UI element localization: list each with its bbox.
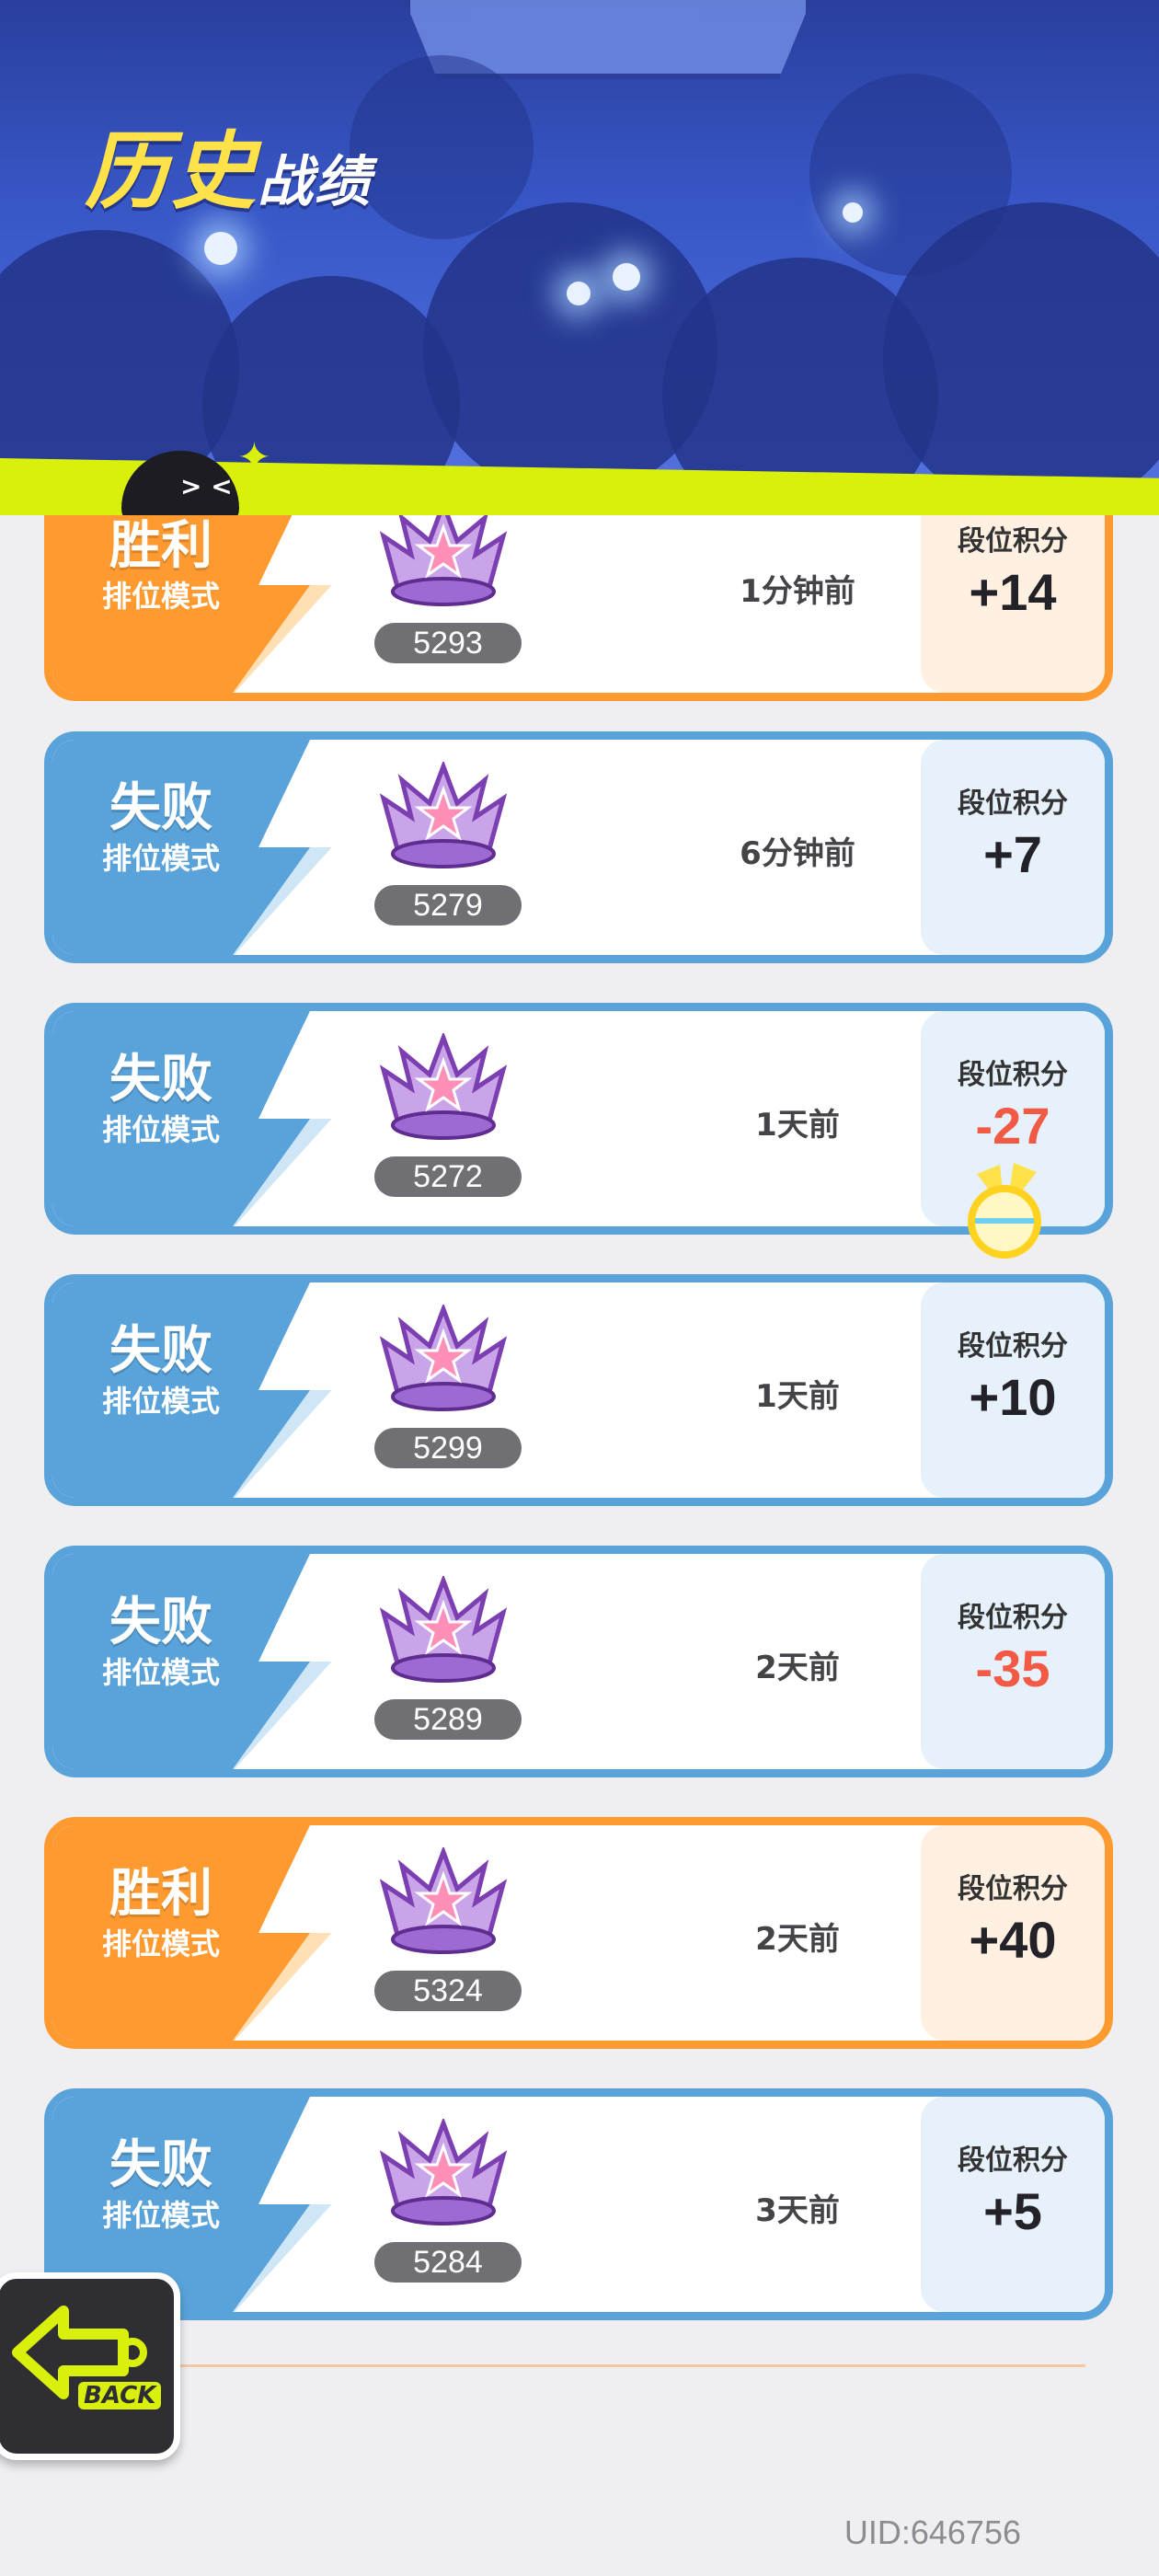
stage-light (204, 232, 237, 265)
score-panel: 段位积分 +10 (921, 1282, 1105, 1498)
score-panel: 段位积分 -35 (921, 1554, 1105, 1769)
match-record-card[interactable]: 失败 排位模式 5299 1天前 段位积分 +10 (44, 1274, 1113, 1506)
score-value: -35 (975, 1639, 1050, 1697)
stage-light (843, 202, 863, 223)
score-value: +14 (969, 563, 1057, 621)
score-label: 段位积分 (958, 1059, 1068, 1091)
score-label: 段位积分 (958, 788, 1068, 820)
score-value: +40 (969, 1911, 1057, 1969)
match-time: 6分钟前 (740, 835, 855, 872)
result-info: 胜利 排位模式 (78, 516, 244, 615)
result-label: 胜利 (109, 516, 212, 576)
mode-label: 排位模式 (101, 1384, 220, 1419)
score-panel: 段位积分 +14 (921, 515, 1105, 693)
page-title-main: 历史 (85, 122, 258, 221)
stage-light (567, 282, 591, 305)
sparkle-icon: ✦ (237, 434, 271, 481)
back-button-label: BACK (78, 2382, 162, 2409)
mode-label: 排位模式 (101, 1655, 220, 1690)
result-label: 胜利 (109, 1864, 212, 1924)
crowd-silhouette (350, 55, 534, 239)
match-record-card[interactable]: 失败 排位模式 5289 2天前 段位积分 -35 (44, 1546, 1113, 1777)
match-time: 3天前 (755, 2192, 840, 2229)
score-value: -27 (975, 1097, 1050, 1155)
back-arrow-icon (12, 2306, 147, 2399)
page-title-sub: 战绩 (258, 150, 373, 214)
result-info: 胜利 排位模式 (78, 1864, 244, 1963)
rank-points-badge: 5284 (374, 2242, 522, 2283)
trophy-icon (379, 2119, 508, 2225)
coin-icon (968, 1163, 1041, 1259)
trophy-icon (379, 1033, 508, 1140)
match-record-card[interactable]: 胜利 排位模式 5324 2天前 段位积分 +40 (44, 1817, 1113, 2049)
rank-points-badge: 5289 (374, 1699, 522, 1740)
match-record-card[interactable]: 失败 排位模式 5284 3天前 段位积分 +5 (44, 2088, 1113, 2320)
result-info: 失败 排位模式 (78, 1321, 244, 1420)
score-label: 段位积分 (958, 1330, 1068, 1363)
result-info: 失败 排位模式 (78, 1050, 244, 1149)
match-record-card[interactable]: 失败 排位模式 5279 6分钟前 段位积分 +7 (44, 731, 1113, 963)
result-label: 失败 (109, 2135, 212, 2195)
mode-label: 排位模式 (101, 1112, 220, 1147)
score-value: +10 (969, 1368, 1057, 1426)
result-label: 失败 (109, 1593, 212, 1652)
result-info: 失败 排位模式 (78, 778, 244, 878)
trophy-icon (379, 762, 508, 868)
mode-label: 排位模式 (101, 2198, 220, 2233)
mode-label: 排位模式 (101, 841, 220, 876)
trophy-icon (379, 1305, 508, 1411)
rank-points-badge: 5324 (374, 1971, 522, 2011)
back-button[interactable]: BACK (0, 2272, 180, 2460)
rank-points-badge: 5299 (374, 1428, 522, 1468)
user-id-label: UID:646756 (843, 2513, 1021, 2551)
mode-label: 排位模式 (101, 1926, 220, 1961)
match-time: 2天前 (755, 1650, 840, 1686)
match-time: 1天前 (755, 1378, 840, 1415)
score-panel: 段位积分 +7 (921, 740, 1105, 955)
stage-light (613, 263, 640, 291)
score-value: +7 (983, 825, 1042, 883)
score-label: 段位积分 (958, 525, 1068, 558)
rank-points-badge: 5279 (374, 885, 522, 926)
rank-points-badge: 5293 (374, 623, 522, 663)
score-label: 段位积分 (958, 2145, 1068, 2177)
score-panel: 段位积分 +40 (921, 1825, 1105, 2041)
score-panel: 段位积分 +5 (921, 2097, 1105, 2312)
match-history-list[interactable]: 胜利 排位模式 5293 1分钟前 段位积分 +14 失败 排位模式 5279 … (0, 515, 1159, 2539)
score-value: +5 (983, 2182, 1042, 2240)
result-info: 失败 排位模式 (78, 1593, 244, 1692)
mode-label: 排位模式 (101, 579, 220, 614)
score-label: 段位积分 (958, 1873, 1068, 1905)
match-time: 2天前 (755, 1921, 840, 1958)
list-end-divider (55, 2364, 1085, 2367)
result-label: 失败 (109, 1321, 212, 1381)
match-record-card[interactable]: 胜利 排位模式 5293 1分钟前 段位积分 +14 (44, 515, 1113, 701)
result-info: 失败 排位模式 (78, 2135, 244, 2235)
match-time: 1天前 (755, 1107, 840, 1144)
result-label: 失败 (109, 1050, 212, 1110)
crowd-silhouette (809, 74, 1012, 276)
rank-points-badge: 5272 (374, 1156, 522, 1197)
trophy-icon (379, 1576, 508, 1683)
page-title: 历史战绩 (85, 103, 372, 225)
result-label: 失败 (109, 778, 212, 838)
header-banner: 历史战绩 > < ✦ (0, 0, 1159, 515)
score-label: 段位积分 (958, 1602, 1068, 1634)
trophy-icon (379, 1847, 508, 1954)
trophy-icon (379, 515, 508, 606)
match-time: 1分钟前 (740, 573, 855, 610)
